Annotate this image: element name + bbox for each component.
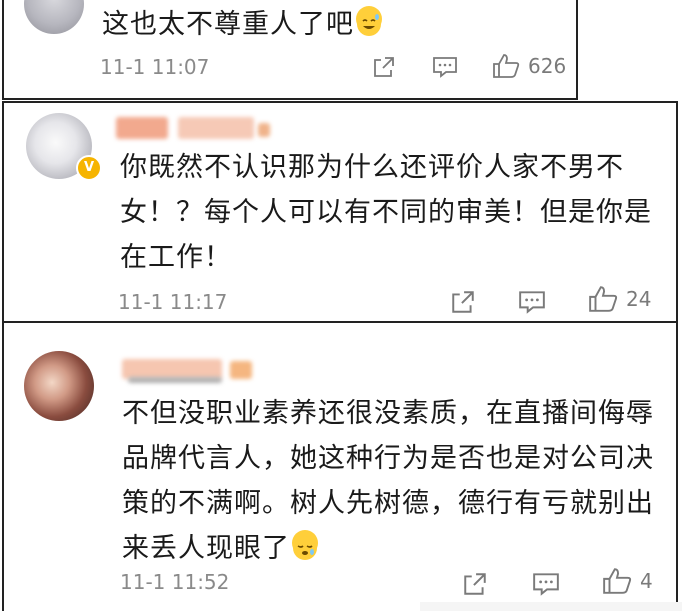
- share-button[interactable]: [462, 571, 488, 597]
- share-icon: [372, 55, 396, 79]
- like-count: 24: [626, 287, 652, 311]
- comment-time: 11-1 11:17: [118, 290, 228, 314]
- comment-icon: [532, 571, 560, 597]
- blurred-username: [258, 123, 270, 137]
- reply-button[interactable]: [518, 289, 546, 315]
- share-button[interactable]: [450, 289, 476, 315]
- comment-card: 不但没职业素养还很没素质，在直播间侮辱品牌代言人，她这种行为是否也是对公司决策的…: [2, 323, 678, 611]
- comment-text: 这也太不尊重人了吧: [102, 2, 562, 47]
- blurred-username[interactable]: [122, 359, 222, 379]
- reply-button[interactable]: [432, 55, 458, 79]
- like-count: 4: [640, 569, 653, 593]
- blurred-username: [230, 361, 252, 379]
- like-count: 626: [528, 54, 567, 78]
- sleepy-face-emoji-icon: [292, 530, 318, 560]
- reply-button[interactable]: [532, 571, 560, 597]
- blurred-username[interactable]: [178, 117, 254, 139]
- sweat-smile-emoji-icon: [356, 6, 382, 36]
- avatar[interactable]: [24, 0, 84, 34]
- comment-text: 不但没职业素养还很没素质，在直播间侮辱品牌代言人，她这种行为是否也是对公司决策的…: [122, 398, 654, 564]
- comment-time: 11-1 11:07: [100, 55, 210, 79]
- thumbs-up-icon: [588, 285, 618, 313]
- comment-card: 这也太不尊重人了吧 11-1 11:07 626: [2, 0, 578, 100]
- comment-icon: [432, 55, 458, 79]
- share-button[interactable]: [372, 55, 396, 79]
- avatar[interactable]: [24, 351, 94, 421]
- comment-icon: [518, 289, 546, 315]
- verified-badge-icon: V: [76, 155, 102, 181]
- comment-time: 11-1 11:52: [120, 570, 230, 594]
- like-button[interactable]: 4: [602, 567, 653, 595]
- comment-text: 你既然不认识那为什么还评价人家不男不女！？每个人可以有不同的审美！但是你是在工作…: [120, 152, 652, 273]
- thumbs-up-icon: [602, 567, 632, 595]
- blurred-username[interactable]: [116, 117, 168, 139]
- blurred-username: [128, 377, 222, 383]
- like-button[interactable]: 626: [492, 53, 566, 79]
- bottom-toolbar-strip: [420, 602, 682, 611]
- like-button[interactable]: 24: [588, 285, 651, 313]
- comment-card: V 你既然不认识那为什么还评价人家不男不女！？每个人可以有不同的审美！但是你是在…: [2, 101, 678, 323]
- thumbs-up-icon: [492, 53, 520, 79]
- share-icon: [450, 289, 476, 315]
- share-icon: [462, 571, 488, 597]
